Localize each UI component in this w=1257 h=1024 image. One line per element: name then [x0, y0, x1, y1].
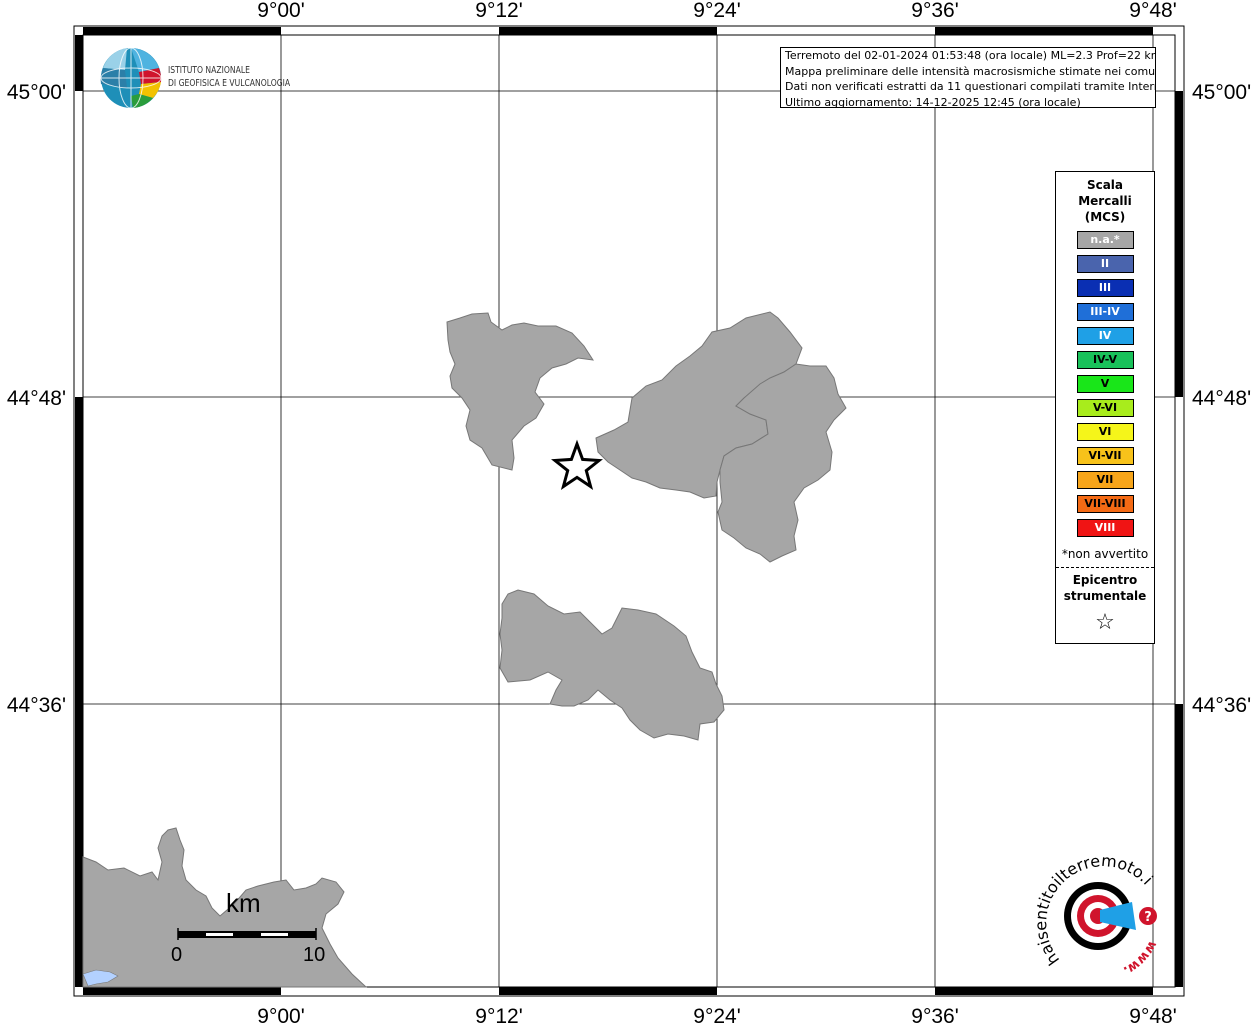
scale-bar-title: km: [226, 888, 261, 918]
lat-label: 44°36': [7, 694, 66, 717]
legend-separator: [1056, 567, 1154, 568]
lat-label: 45°00': [7, 81, 66, 104]
legend-epicenter-title: Epicentro strumentale: [1056, 572, 1154, 604]
legend-swatch: V-VI: [1076, 399, 1134, 417]
lon-labels-top: 9°00' 9°12' 9°24' 9°36' 9°48': [257, 0, 1176, 22]
lon-label: 9°12': [475, 0, 522, 22]
legend-swatch: IV-V: [1076, 351, 1134, 369]
lon-label: 9°48': [1129, 1005, 1176, 1024]
legend-swatch: VIII: [1076, 519, 1134, 537]
lon-label: 9°48': [1129, 0, 1176, 22]
mcs-legend: Scala Mercalli (MCS) n.a.* II III III-IV IV I…: [1055, 171, 1155, 644]
lon-labels-bottom: 9°00' 9°12' 9°24' 9°36' 9°48': [257, 1005, 1176, 1024]
lat-labels-right: 45°00' 44°48' 44°36': [1192, 81, 1251, 717]
ingv-logo: ISTITUTO NAZIONALE DI GEOFISICA E VULCAN…: [100, 48, 320, 110]
legend-swatch: VII: [1076, 471, 1134, 489]
lon-label: 9°12': [475, 1005, 522, 1024]
legend-star-icon: ☆: [1095, 610, 1115, 635]
legend-swatch: III: [1076, 279, 1134, 297]
info-line: Ultimo aggiornamento: 14-12-2025 12:45 (…: [785, 95, 1081, 108]
legend-swatch: II: [1076, 255, 1134, 273]
scale-bar-end: 10: [303, 944, 326, 966]
lon-label: 9°36': [911, 0, 958, 22]
legend-title-line: Scala: [1086, 178, 1124, 192]
legend-swatch: VII-VIII: [1076, 495, 1134, 513]
legend-title-line: Mercalli: [1078, 194, 1132, 208]
lat-label: 44°48': [7, 387, 66, 410]
lon-label: 9°36': [911, 1005, 958, 1024]
info-line: Terremoto del 02-01-2024 01:53:48 (ora l…: [785, 49, 1156, 62]
info-line: Dati non verificati estratti da 11 quest…: [785, 80, 1156, 93]
legend-swatch: VI: [1076, 423, 1134, 441]
legend-swatch: III-IV: [1076, 303, 1134, 321]
legend-swatch: V: [1076, 375, 1134, 393]
lat-label: 45°00': [1192, 81, 1251, 104]
ingv-logo-line2: DI GEOFISICA E VULCANOLOGIA: [168, 78, 291, 89]
ingv-logo-line1: ISTITUTO NAZIONALE: [168, 65, 250, 76]
legend-title-line: (MCS): [1084, 210, 1126, 224]
lat-label: 44°48': [1192, 387, 1251, 410]
earthquake-info-box: Terremoto del 02-01-2024 01:53:48 (ora l…: [780, 47, 1156, 108]
legend-title: Scala Mercalli (MCS): [1056, 177, 1154, 225]
lon-label: 9°00': [257, 1005, 304, 1024]
legend-swatch: IV: [1076, 327, 1134, 345]
scale-bar-start: 0: [171, 944, 183, 966]
legend-epicenter-line: strumentale: [1063, 589, 1147, 603]
svg-text:?: ?: [1144, 910, 1152, 925]
lon-label: 9°24': [693, 0, 740, 22]
lon-label: 9°24': [693, 1005, 740, 1024]
legend-swatch: n.a.*: [1076, 231, 1134, 249]
legend-epicenter-line: Epicentro: [1072, 573, 1138, 587]
legend-items: n.a.* II III III-IV IV IV-V V V-VI VI VI-VII VII VI…: [1056, 231, 1154, 537]
lon-label: 9°00': [257, 0, 304, 22]
map-frame-inner: [82, 34, 1176, 988]
lat-labels-left: 45°00' 44°48' 44°36': [7, 81, 66, 717]
legend-note: *non avvertito: [1061, 547, 1149, 561]
info-line: Mappa preliminare delle intensità macros…: [785, 64, 1156, 78]
legend-swatch: VI-VII: [1076, 447, 1134, 465]
lat-label: 44°36': [1192, 694, 1251, 717]
ingv-logo-text: ISTITUTO NAZIONALE DI GEOFISICA E VULCAN…: [168, 64, 290, 90]
